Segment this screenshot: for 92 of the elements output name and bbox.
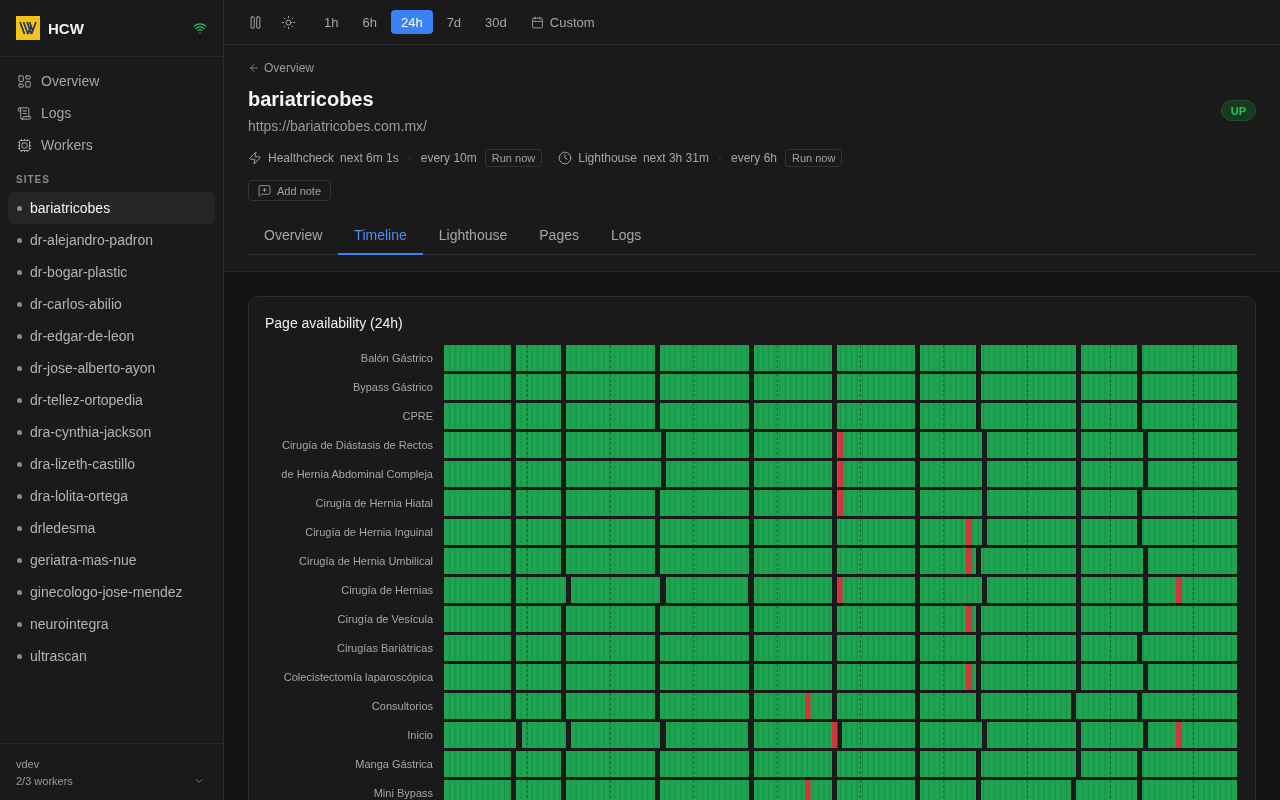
- site-item[interactable]: dr-carlos-abilio: [8, 288, 215, 320]
- row-label: Cirugía de Vesícula: [337, 613, 433, 625]
- dot-icon: [17, 589, 22, 595]
- calendar-icon: [530, 15, 544, 29]
- clock-icon: [558, 151, 573, 165]
- workspace-name: vdev: [16, 757, 40, 771]
- site-item[interactable]: dr-edgar-de-leon: [8, 320, 215, 352]
- run-now-button[interactable]: Run now: [484, 149, 543, 167]
- site-item[interactable]: ultrascan: [8, 640, 215, 672]
- site-item[interactable]: dr-tellez-ortopedia: [8, 384, 215, 416]
- dot-icon: [17, 429, 22, 435]
- custom-range-button[interactable]: Custom: [520, 10, 605, 34]
- row-label: Inicio: [407, 729, 433, 741]
- dot-icon: [17, 461, 22, 467]
- site-item[interactable]: drledesma: [8, 512, 215, 544]
- row-label: de Hernia Abdominal Compleja: [281, 468, 433, 480]
- run-now-button[interactable]: Run now: [785, 149, 843, 167]
- separator: ·: [717, 151, 722, 165]
- dot-icon: [17, 301, 22, 307]
- tab[interactable]: Logs: [594, 217, 658, 255]
- site-item[interactable]: bariatricobes: [8, 192, 215, 224]
- row-label: Balón Gástrico: [360, 352, 433, 364]
- site-item[interactable]: dr-alejandro-padron: [8, 224, 215, 256]
- tab[interactable]: Timeline: [338, 217, 423, 255]
- range-button[interactable]: 1h: [314, 10, 349, 34]
- next-run: next 3h 31m: [642, 151, 709, 165]
- nav-item[interactable]: Logs: [8, 97, 215, 129]
- row-label: Mini Bypass: [373, 787, 433, 799]
- check-interval: every 6h: [730, 151, 777, 165]
- dot-icon: [17, 653, 22, 659]
- bolt-icon: [248, 151, 262, 165]
- back-link[interactable]: Overview: [248, 60, 314, 76]
- add-note-button[interactable]: Add note: [248, 180, 332, 201]
- dot-icon: [17, 493, 22, 499]
- dot-icon: [17, 333, 22, 339]
- range-button[interactable]: 24h: [390, 10, 433, 34]
- site-item[interactable]: dra-cynthia-jackson: [8, 416, 215, 448]
- dot-icon: [17, 557, 22, 563]
- arrow-left-icon: [248, 62, 260, 74]
- dot-icon: [17, 525, 22, 531]
- row-label: Cirugía de Hernia Umbilical: [299, 555, 433, 567]
- row-label: Colecistectomía laparoscópica: [283, 671, 433, 683]
- site-item[interactable]: neurointegra: [8, 608, 215, 640]
- row-label: Cirugía de Hernia Inguinal: [305, 526, 433, 538]
- check-name: Healthcheck: [268, 151, 335, 165]
- dashboard-icon: [17, 73, 32, 89]
- site-title: bariatricobes: [248, 87, 374, 112]
- dot-icon: [17, 205, 22, 211]
- brand-name: HCW: [48, 19, 84, 37]
- scroll-icon: [17, 105, 32, 121]
- range-button[interactable]: 6h: [352, 10, 387, 34]
- tab[interactable]: Lighthouse: [422, 217, 524, 255]
- workers-count: 2/3 workers: [16, 774, 73, 788]
- site-url: https://bariatricobes.com.mx/: [248, 117, 427, 135]
- nav-item[interactable]: Workers: [8, 129, 215, 161]
- tab[interactable]: Pages: [523, 217, 595, 255]
- range-button[interactable]: 30d: [475, 10, 517, 34]
- check-interval: every 10m: [420, 151, 477, 165]
- row-label: Consultorios: [371, 700, 433, 712]
- dot-icon: [17, 237, 22, 243]
- note-icon: [258, 184, 271, 197]
- card-title: Page availability (24h): [265, 314, 403, 333]
- separator: ·: [407, 151, 412, 165]
- dot-icon: [17, 621, 22, 627]
- dot-icon: [17, 397, 22, 403]
- site-item[interactable]: geriatra-mas-nue: [8, 544, 215, 576]
- section-label: SITES: [16, 173, 50, 187]
- check-name: Lighthouse: [578, 151, 637, 165]
- row-label: Cirugía de Diástasis de Rectos: [282, 439, 433, 451]
- chip-icon: [17, 137, 32, 153]
- site-item[interactable]: dr-bogar-plastic: [8, 256, 215, 288]
- row-label: Cirugía de Hernias: [341, 584, 433, 596]
- site-item[interactable]: dr-jose-alberto-ayon: [8, 352, 215, 384]
- row-label: Manga Gástrica: [355, 758, 433, 770]
- wifi-icon: [193, 21, 207, 35]
- row-label: Cirugías Bariátricas: [337, 642, 433, 654]
- site-item[interactable]: dra-lolita-ortega: [8, 480, 215, 512]
- pause-icon[interactable]: [248, 14, 263, 30]
- next-run: next 6m 1s: [340, 151, 399, 165]
- row-label: Cirugía de Hernia Hiatal: [315, 497, 433, 509]
- nav-item[interactable]: Overview: [8, 65, 215, 97]
- logo-icon: [16, 16, 40, 40]
- site-item[interactable]: dra-lizeth-castillo: [8, 448, 215, 480]
- dot-icon: [17, 365, 22, 371]
- row-label: CPRE: [402, 410, 433, 422]
- tab[interactable]: Overview: [248, 217, 339, 255]
- status-badge: UP: [1220, 100, 1256, 121]
- dot-icon: [17, 269, 22, 275]
- site-item[interactable]: ginecologo-jose-mendez: [8, 576, 215, 608]
- row-label: Bypass Gástrico: [352, 381, 433, 393]
- range-button[interactable]: 7d: [436, 10, 472, 34]
- sun-icon[interactable]: [281, 14, 296, 30]
